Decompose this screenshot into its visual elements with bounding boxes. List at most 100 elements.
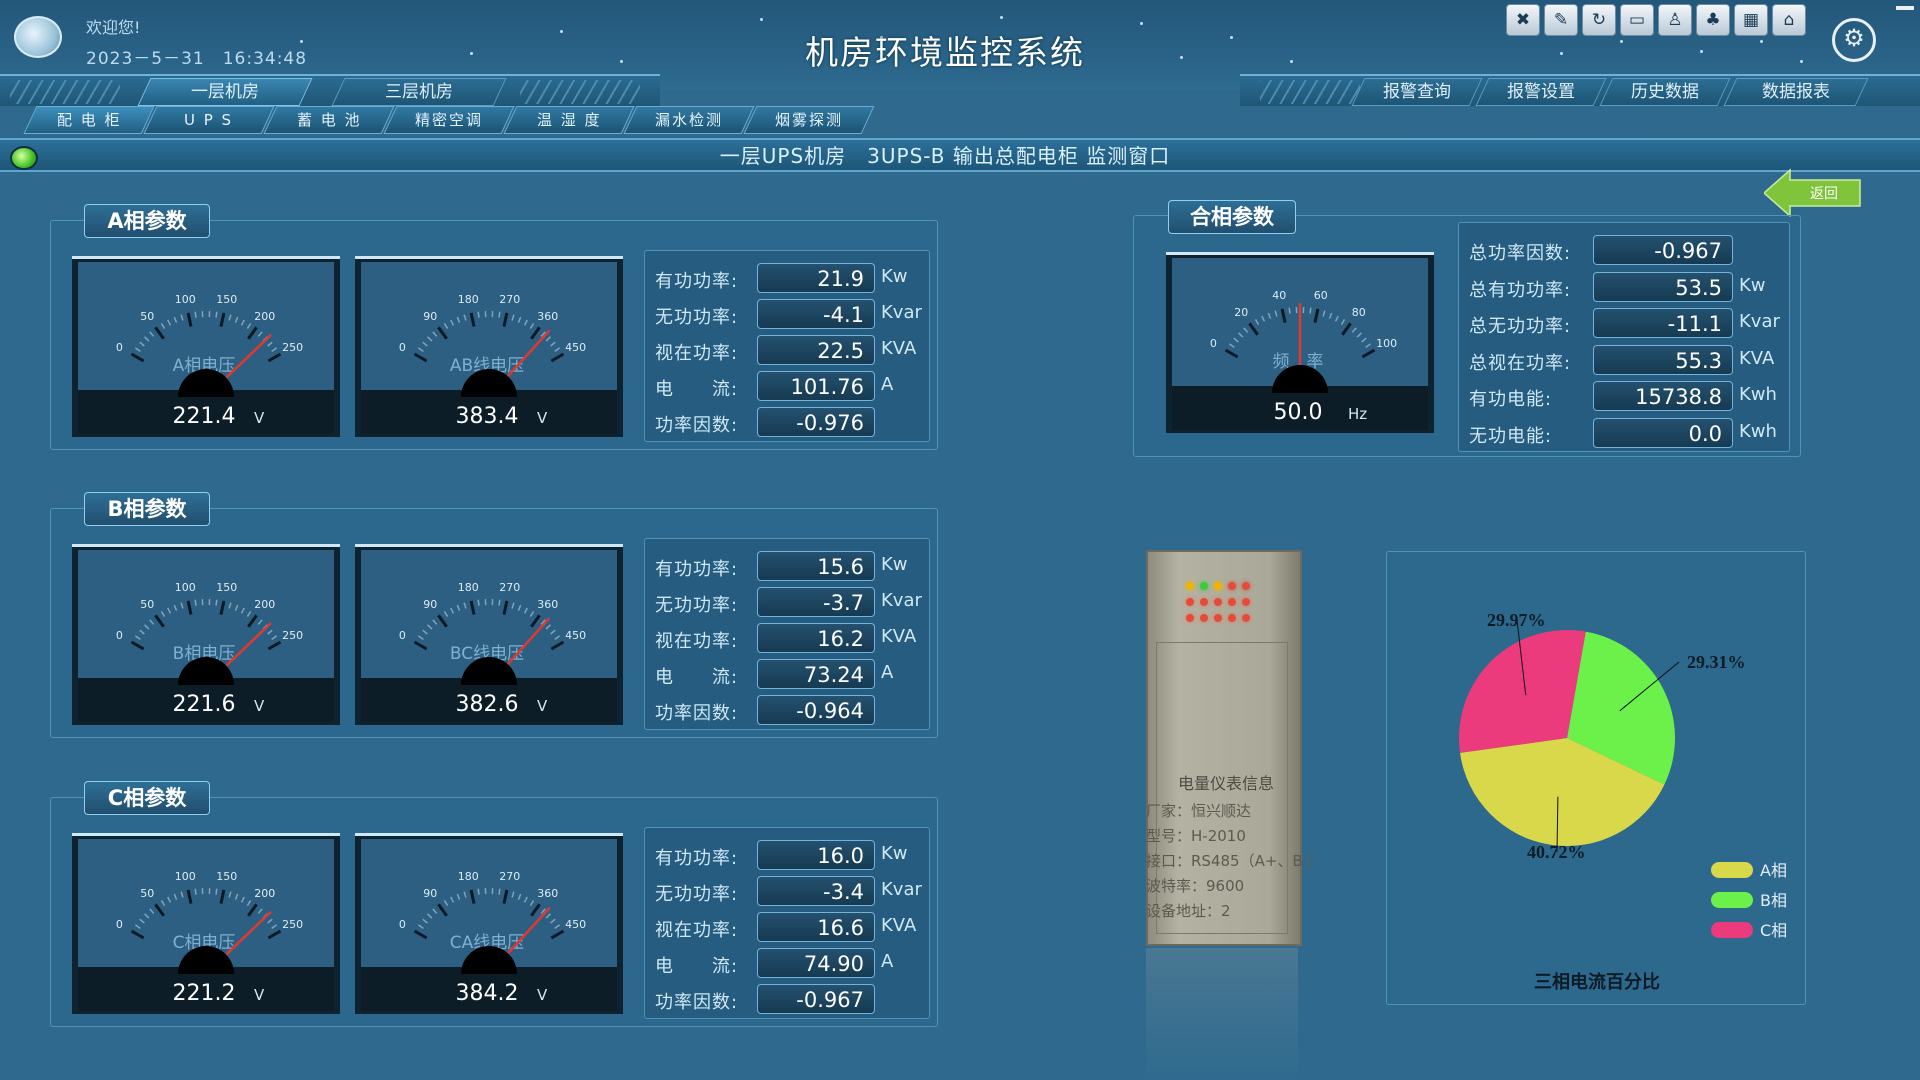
gauge-tick [477, 599, 480, 606]
tab-room-1-label: 一层机房 [191, 82, 259, 102]
subtab-ups[interactable]: U P S [143, 106, 275, 134]
param-value: -0.976 [757, 407, 875, 437]
current-pie-panel: 40.72% A相 29.31% B相 29.97% C相 三相电流百分比 [1386, 551, 1806, 1005]
tab-history-data-label: 历史数据 [1631, 82, 1699, 102]
monitor-icon[interactable]: ▭ [1620, 4, 1654, 36]
gauge-tick-label: 360 [537, 310, 558, 323]
frequency-gauge: 0 20 40 60 80 100 频 率 50.0 Hz [1166, 252, 1434, 433]
gauge-tick-label: 100 [175, 870, 196, 883]
gauge-tick-label: 250 [282, 341, 303, 354]
back-arrow-icon: 返回 [1762, 168, 1861, 218]
line-voltage-gauge: 0 90 180 270 360 450 BC线电压 382.6 V [355, 544, 623, 725]
gauge-tick-label: 180 [458, 870, 479, 883]
back-button[interactable]: 返回 [1762, 168, 1864, 218]
gauge-tick [215, 599, 218, 606]
subtab-distribution-cabinet[interactable]: 配 电 柜 [23, 106, 155, 134]
param-row: 总视在功率: 55.3 KVA [1459, 343, 1789, 377]
gear-icon[interactable]: ⚙ [1832, 18, 1876, 62]
alarm-confirm-icon[interactable]: ✎ [1544, 4, 1578, 36]
gauge-tick-label: 80 [1352, 306, 1366, 319]
param-label: 总有功功率: [1469, 279, 1572, 301]
gauge-tick-label: 180 [458, 293, 479, 306]
home-icon[interactable]: ⌂ [1772, 4, 1806, 36]
gauge-tick-label: 450 [565, 918, 586, 931]
param-unit: KVA [1739, 347, 1775, 369]
gauge-dial: 090180 270360450CA线电压384.2 V [361, 839, 617, 1011]
gauge-tick-label: 270 [499, 293, 520, 306]
phase-panel-title: A相参数 [84, 204, 210, 238]
user-icon[interactable]: ♙ [1658, 4, 1692, 36]
minimize-icon[interactable] [1896, 6, 1914, 10]
subtab-label: 漏水检测 [654, 111, 723, 129]
gauge-unit: Hz [1348, 405, 1367, 423]
subtab-battery[interactable]: 蓄 电 池 [263, 106, 395, 134]
param-unit: Kvar [1739, 311, 1780, 332]
phase-voltage-gauge: 0 50 100 150 200 250 A相电压 221.4 V [72, 256, 340, 437]
param-row: 无功功率: -4.1 Kvar [645, 297, 929, 331]
total-panel-title: 合相参数 [1168, 200, 1296, 234]
gauge-tick-label: 0 [116, 918, 123, 931]
phase-panel-title: B相参数 [84, 492, 210, 526]
param-label: 功率因数: [655, 703, 739, 724]
param-label: 视在功率: [655, 631, 739, 652]
gauge-tick-label: 100 [175, 581, 196, 594]
group-icon[interactable]: ♣ [1696, 4, 1730, 36]
gauge-unit: V [537, 409, 548, 427]
param-label: 有功电能: [1469, 389, 1553, 410]
header-star [1000, 16, 1003, 19]
subtab-precision-ac[interactable]: 精密空调 [383, 106, 515, 134]
indicator-lamp [1228, 598, 1236, 606]
gauge-value: 383.4 [456, 404, 519, 429]
param-value: 73.24 [757, 659, 875, 689]
tab-room-1[interactable]: 一层机房 [137, 78, 313, 106]
param-row: 有功功率: 16.0 Kw [645, 838, 929, 872]
indicator-lamp [1200, 614, 1208, 622]
nav-decoration [520, 80, 640, 104]
param-unit: A [881, 662, 894, 683]
tab-alarm-settings-label: 报警设置 [1507, 82, 1575, 102]
alarm-mute-icon[interactable]: ✖ [1506, 4, 1540, 36]
tab-room-3[interactable]: 三层机房 [331, 78, 507, 106]
param-label: 视在功率: [655, 920, 739, 941]
param-row: 功率因数: -0.964 [645, 693, 929, 727]
subtab-smoke-detection[interactable]: 烟雾探测 [743, 106, 875, 134]
gauge-tick [1288, 307, 1291, 314]
gauge-tick-label: 100 [175, 293, 196, 306]
tab-alarm-settings[interactable]: 报警设置 [1475, 78, 1607, 106]
gauge-tick-label: 0 [116, 341, 123, 354]
param-value: 0.0 [1593, 417, 1733, 448]
subtab-label: U P S [184, 111, 234, 129]
param-row: 总无功功率: -11.1 Kvar [1459, 306, 1789, 340]
phase-voltage-gauge: 0 50 100 150 200 250 B相电压 221.6 V [72, 544, 340, 725]
phase-params-table: 有功功率: 15.6 Kw 无功功率: -3.7 Kvar 视在功率: 16.2 KVA 电 流:… [644, 538, 930, 730]
subtab-water-leak[interactable]: 漏水检测 [623, 106, 755, 134]
param-label: 无功功率: [655, 884, 739, 905]
meter-info-line: 接口：RS485（A+、B-） [1146, 852, 1324, 870]
tab-alarm-query[interactable]: 报警查询 [1351, 78, 1483, 106]
gauge-value: 221.6 [173, 692, 236, 717]
param-value: 53.5 [1593, 271, 1733, 302]
param-value: -0.967 [1593, 235, 1733, 265]
param-value: 16.2 [757, 623, 875, 653]
back-button-label: 返回 [1810, 186, 1838, 202]
subtab-label: 精密空调 [414, 111, 483, 129]
tab-history-data[interactable]: 历史数据 [1599, 78, 1731, 106]
header-star [760, 18, 763, 21]
param-row: 视在功率: 16.6 KVA [645, 910, 929, 944]
param-label: 电 流: [655, 956, 739, 977]
param-label: 电 流: [655, 667, 739, 688]
refresh-icon[interactable]: ↻ [1582, 4, 1616, 36]
tab-data-report[interactable]: 数据报表 [1723, 78, 1869, 106]
network-icon[interactable]: ▦ [1734, 4, 1768, 36]
param-value: 21.9 [757, 263, 875, 293]
gauge-tick [215, 311, 218, 318]
legend-label: A相 [1760, 861, 1787, 880]
indicator-lamp [1186, 614, 1194, 622]
phase-params-table: 有功功率: 21.9 Kw 无功功率: -4.1 Kvar 视在功率: 22.5 KVA 电 流:… [644, 250, 930, 442]
indicator-lamp [1242, 614, 1250, 622]
indicator-lamp [1214, 598, 1222, 606]
gauge-tick-label: 270 [499, 581, 520, 594]
room-nav: 一层机房 三层机房 [0, 74, 660, 106]
subtab-temp-humidity[interactable]: 温 湿 度 [503, 106, 635, 134]
pie-chart-title: 三相电流百分比 [1534, 971, 1660, 993]
